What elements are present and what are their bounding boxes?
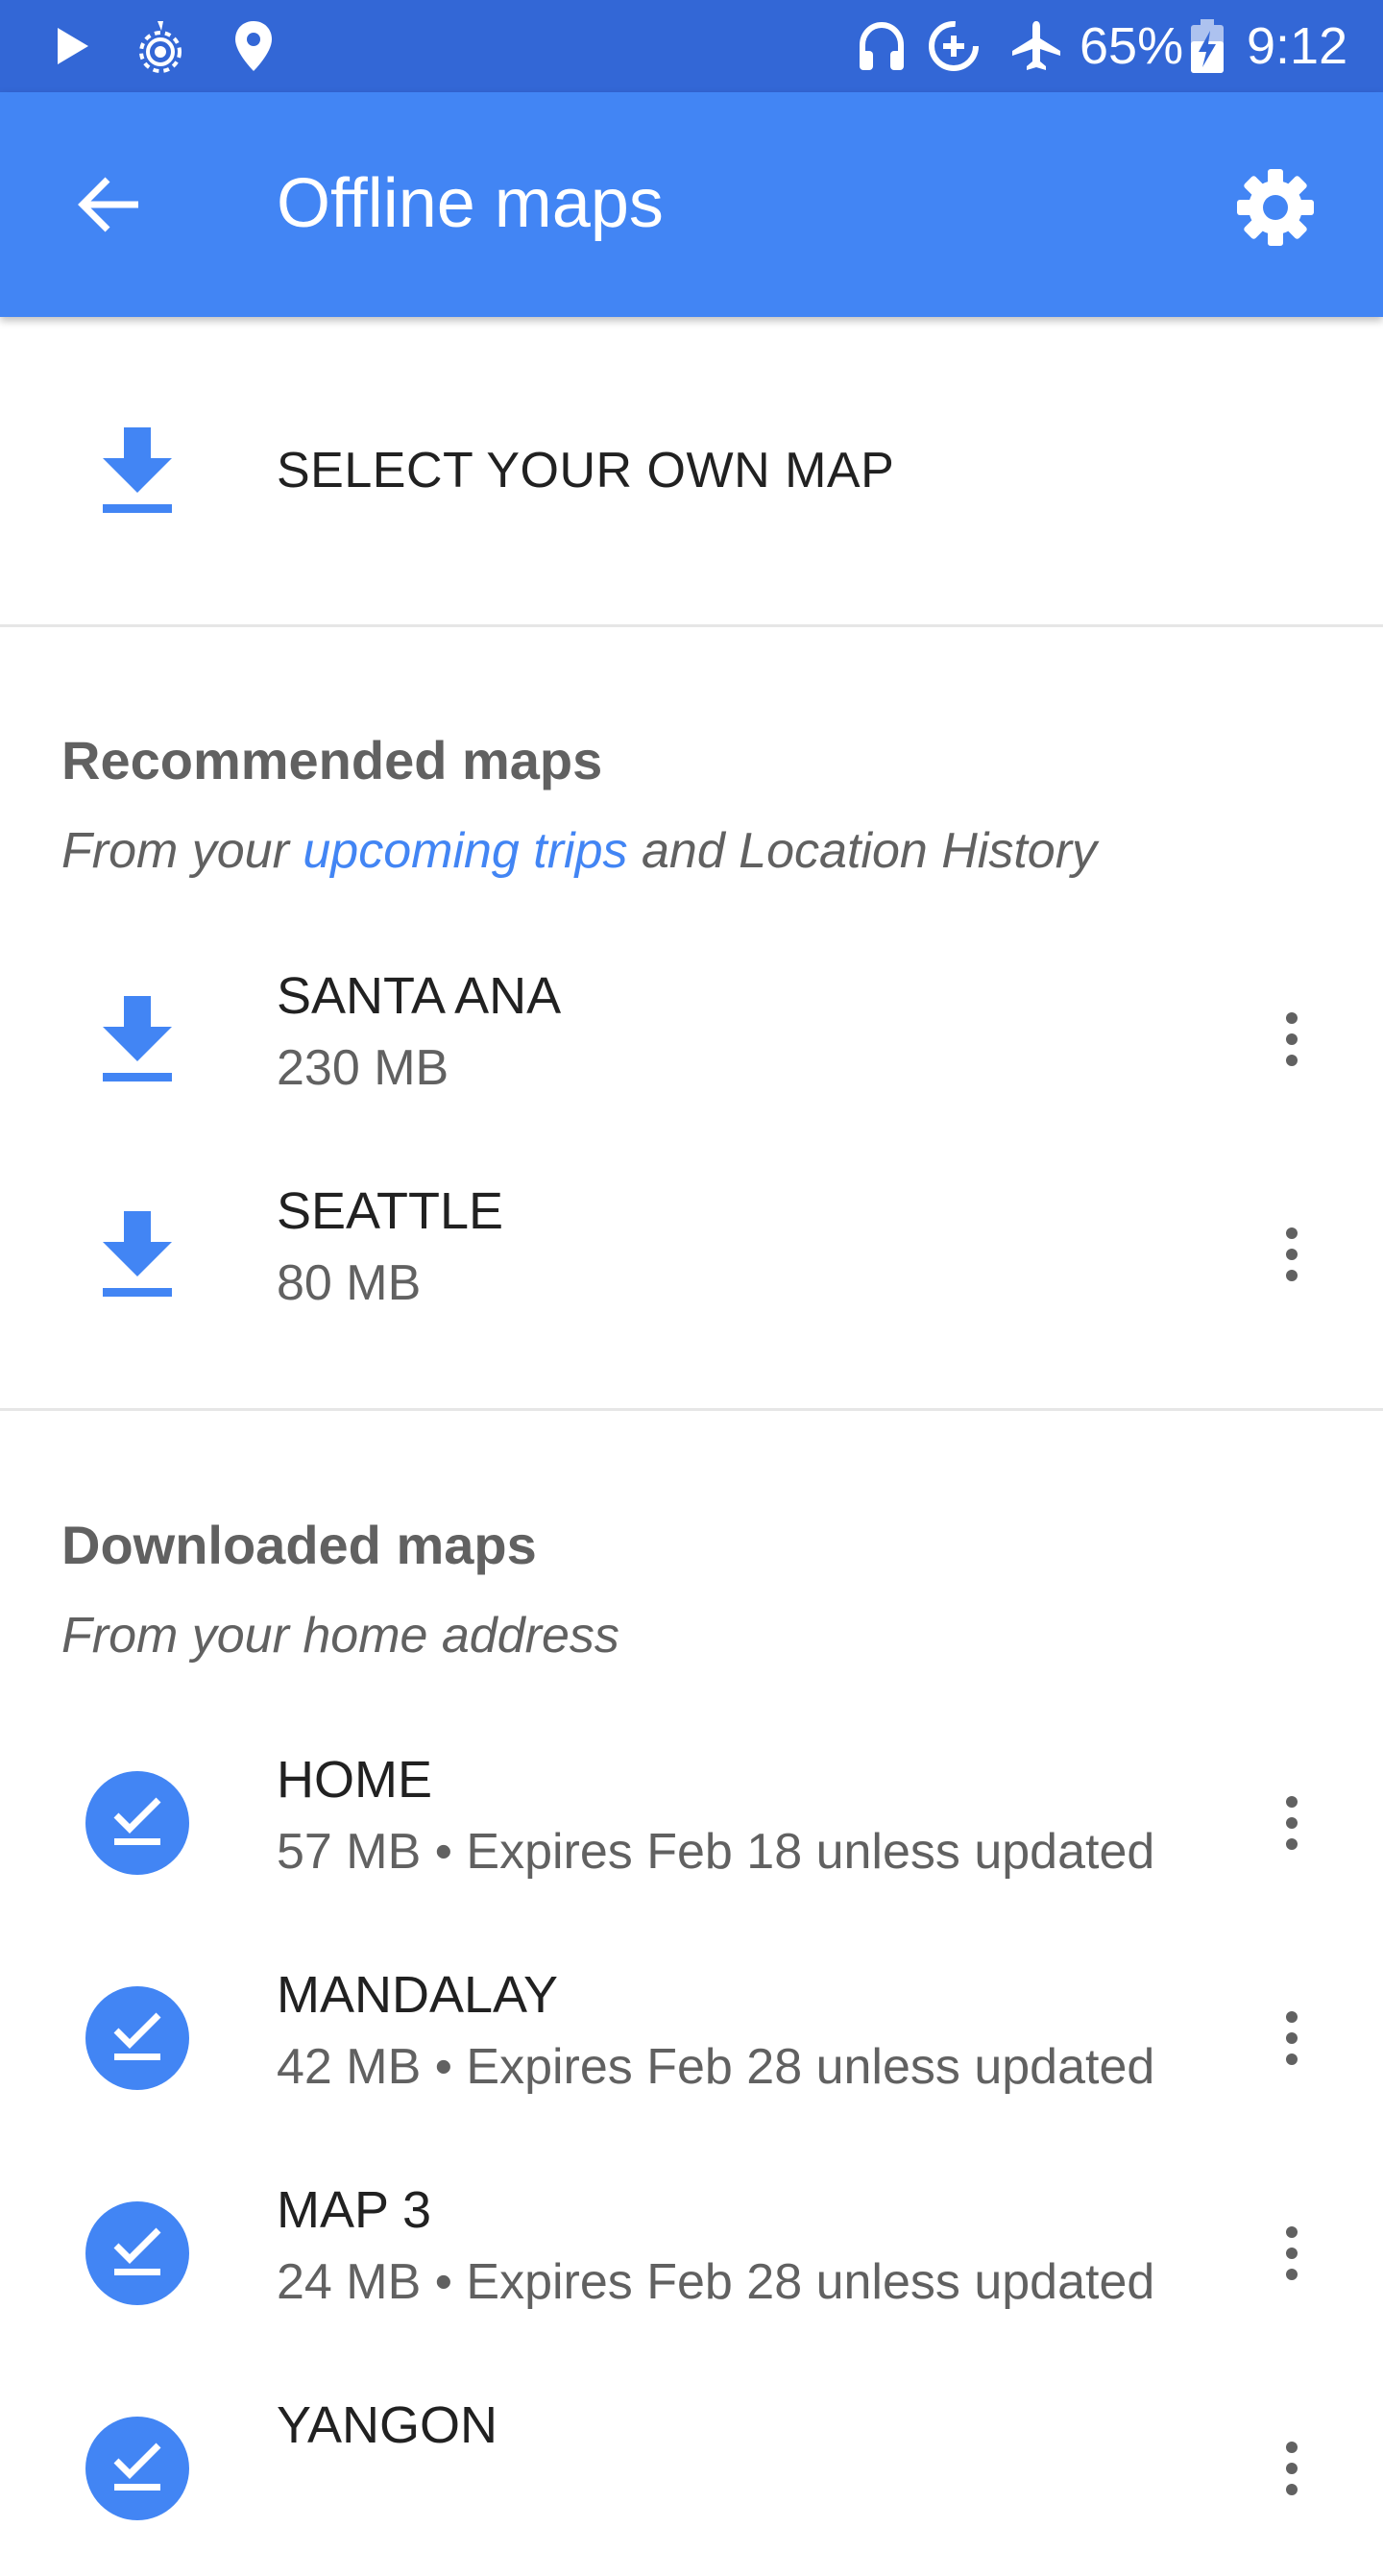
map-name: SEATTLE xyxy=(277,1182,504,1240)
downloaded-map-row[interactable]: YANGON xyxy=(0,2361,1383,2576)
map-name: HOME xyxy=(277,1751,432,1809)
settings-button[interactable] xyxy=(1220,152,1331,263)
divider xyxy=(0,624,1383,627)
downloaded-map-row[interactable]: MANDALAY 42 MB • Expires Feb 28 unless u… xyxy=(0,1931,1383,2146)
back-button[interactable] xyxy=(56,152,161,257)
more-options-button[interactable] xyxy=(1258,2200,1325,2306)
data-saver-icon xyxy=(925,0,983,92)
select-own-map-button[interactable]: SELECT YOUR OWN MAP xyxy=(0,317,1383,624)
map-name: YANGON xyxy=(277,2396,498,2454)
more-vert-icon xyxy=(1286,1012,1298,1066)
map-size: 80 MB xyxy=(277,1255,422,1311)
battery-charging-icon xyxy=(1189,0,1225,92)
map-details: 57 MB • Expires Feb 18 unless updated xyxy=(277,1824,1155,1880)
recommended-maps-subtitle: From your upcoming trips and Location Hi… xyxy=(61,826,1097,876)
gear-icon xyxy=(1237,169,1314,246)
select-own-map-label: SELECT YOUR OWN MAP xyxy=(277,443,895,498)
more-options-button[interactable] xyxy=(1258,2416,1325,2521)
downloaded-maps-subtitle: From your home address xyxy=(61,1608,619,1664)
recommended-map-row[interactable]: SEATTLE 80 MB xyxy=(0,1147,1383,1362)
map-name: SANTA ANA xyxy=(277,967,562,1025)
subtitle-suffix: and Location History xyxy=(627,823,1098,879)
map-details: 42 MB • Expires Feb 28 unless updated xyxy=(277,2039,1155,2095)
downloaded-check-icon xyxy=(85,2416,190,2521)
map-size: 230 MB xyxy=(277,1040,449,1096)
more-options-button[interactable] xyxy=(1258,1202,1325,1307)
map-name: MAP 3 xyxy=(277,2181,432,2239)
download-icon xyxy=(85,1202,190,1307)
location-pin-icon xyxy=(232,0,275,92)
play-icon xyxy=(56,0,90,92)
clock: 9:12 xyxy=(1247,17,1348,75)
download-icon xyxy=(103,427,172,513)
headphones-icon xyxy=(857,0,907,92)
arrow-back-icon xyxy=(78,177,138,232)
downloaded-map-row[interactable]: MAP 3 24 MB • Expires Feb 28 unless upda… xyxy=(0,2146,1383,2361)
more-options-button[interactable] xyxy=(1258,986,1325,1092)
battery-percentage: 65% xyxy=(1080,17,1184,75)
hotspot-icon xyxy=(136,0,184,92)
more-vert-icon xyxy=(1286,1227,1298,1281)
page-title: Offline maps xyxy=(277,165,664,242)
recommended-maps-heading: Recommended maps xyxy=(61,730,603,790)
downloaded-check-icon xyxy=(85,1985,190,2091)
recommended-map-row[interactable]: SANTA ANA 230 MB xyxy=(0,932,1383,1147)
downloaded-check-icon xyxy=(85,1770,190,1876)
more-vert-icon xyxy=(1286,2011,1298,2065)
map-name: MANDALAY xyxy=(277,1966,559,2024)
more-vert-icon xyxy=(1286,2226,1298,2280)
status-bar: 65% 9:12 xyxy=(0,0,1383,92)
divider xyxy=(0,1408,1383,1411)
more-options-button[interactable] xyxy=(1258,1985,1325,2091)
app-bar: Offline maps xyxy=(0,92,1383,317)
upcoming-trips-link[interactable]: upcoming trips xyxy=(303,823,627,879)
airplane-icon xyxy=(1010,0,1062,92)
more-options-button[interactable] xyxy=(1258,1770,1325,1876)
downloaded-check-icon xyxy=(85,2200,190,2306)
subtitle-prefix: From your xyxy=(61,823,303,879)
more-vert-icon xyxy=(1286,1796,1298,1850)
download-icon xyxy=(85,986,190,1092)
downloaded-maps-heading: Downloaded maps xyxy=(61,1515,537,1575)
map-details: 24 MB • Expires Feb 28 unless updated xyxy=(277,2254,1155,2310)
more-vert-icon xyxy=(1286,2442,1298,2495)
downloaded-map-row[interactable]: HOME 57 MB • Expires Feb 18 unless updat… xyxy=(0,1715,1383,1931)
